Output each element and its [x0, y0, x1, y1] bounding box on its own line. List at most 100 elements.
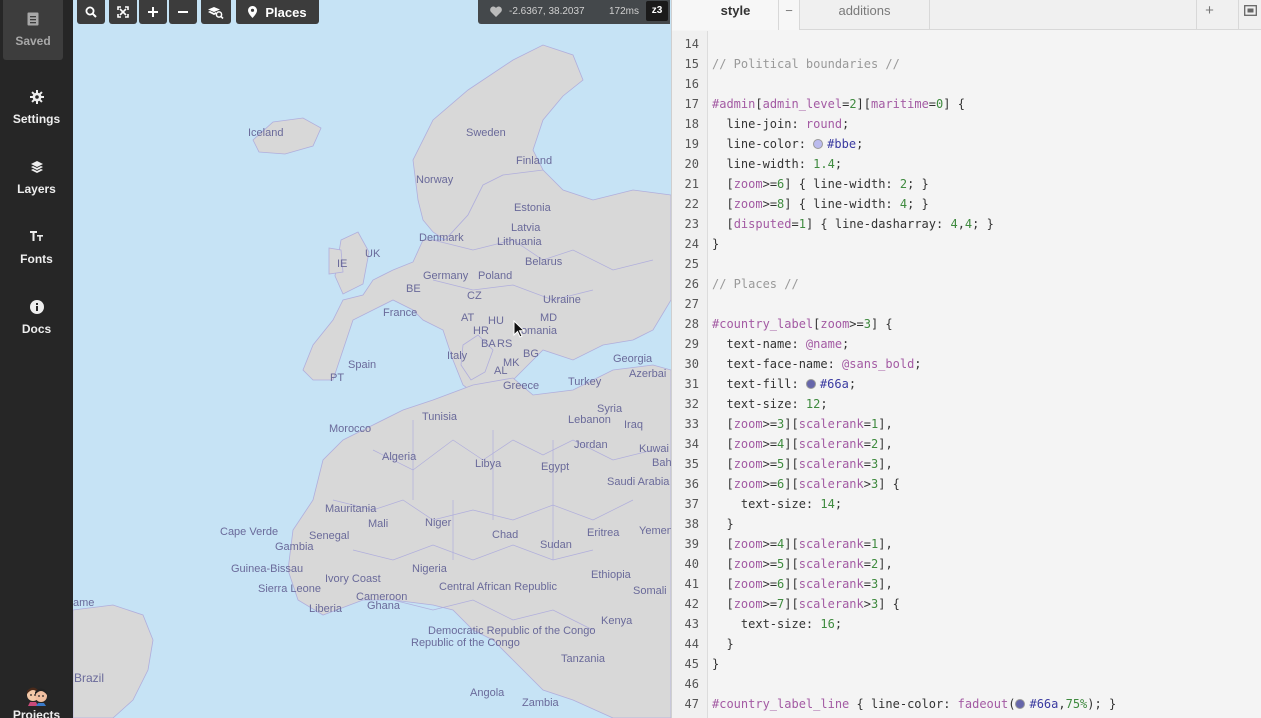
code-line[interactable]: 26 // Places //	[672, 274, 1261, 294]
map-label: Germany	[423, 270, 469, 282]
map-label: Cape Verde	[220, 526, 279, 538]
add-tab-button[interactable]: +	[1196, 0, 1222, 30]
code-token: >=	[762, 477, 778, 491]
sidebar-item-fonts[interactable]: Fonts	[0, 220, 73, 282]
code-line[interactable]: 27	[672, 294, 1261, 314]
code-line[interactable]: 34 [zoom>=4][scalerank=2],	[672, 434, 1261, 454]
sidebar-item-layers[interactable]: Layers	[0, 150, 73, 212]
line-number: 38	[684, 517, 699, 531]
code-line[interactable]: 22 [zoom>=8] { line-width: 4; }	[672, 194, 1261, 214]
map-view[interactable]: Iceland Sweden Finland Norway Estonia Latvia D…	[73, 0, 671, 718]
map-label: Zambia	[522, 697, 559, 709]
code-line[interactable]: 21 [zoom>=6] { line-width: 2; }	[672, 174, 1261, 194]
code-token: ;	[834, 497, 843, 511]
code-token: ;	[848, 377, 857, 391]
code-token: text-size:	[712, 617, 821, 631]
code-text: text-name: @name;	[712, 334, 849, 354]
code-line[interactable]: 31 text-fill: #66a;	[672, 374, 1261, 394]
code-line[interactable]: 47 #country_label_line { line-color: fade…	[672, 694, 1261, 714]
code-line[interactable]: 41 [zoom>=6][scalerank=3],	[672, 574, 1261, 594]
sidebar-item-projects[interactable]: Projects	[0, 684, 73, 718]
code-token: zoom	[733, 197, 763, 211]
color-swatch[interactable]	[1015, 699, 1026, 709]
code-line[interactable]: 38 }	[672, 514, 1261, 534]
sidebar-item-settings[interactable]: Settings	[0, 80, 73, 142]
inspect-button[interactable]	[201, 0, 231, 24]
code-line[interactable]: 25	[672, 254, 1261, 274]
code-text: text-size: 16;	[712, 614, 842, 634]
code-line[interactable]: 36 [zoom>=6][scalerank>3] {	[672, 474, 1261, 494]
code-line[interactable]: 29 text-name: @name;	[672, 334, 1261, 354]
code-line[interactable]: 44 }	[672, 634, 1261, 654]
code-text: }	[712, 514, 733, 534]
code-token: =	[928, 97, 937, 111]
tab-additions[interactable]: additions	[800, 0, 930, 30]
code-line[interactable]: 17 #admin[admin_level=2][maritime=0] {	[672, 94, 1261, 114]
code-line[interactable]: 20 line-width: 1.4;	[672, 154, 1261, 174]
code-token: scalerank	[798, 537, 864, 551]
code-line[interactable]: 46	[672, 674, 1261, 694]
toggle-panel-button[interactable]	[1238, 0, 1261, 30]
code-token: ;	[914, 357, 922, 371]
line-number: 28	[684, 317, 699, 331]
code-line[interactable]: 45}	[672, 654, 1261, 674]
code-token: @name	[805, 337, 843, 351]
code-token: admin_level	[762, 97, 843, 111]
code-line[interactable]: 14	[672, 34, 1261, 54]
code-token: #66a	[1029, 697, 1059, 711]
heart-icon[interactable]	[490, 6, 502, 17]
code-token: >=	[762, 597, 778, 611]
code-token: =	[863, 457, 871, 471]
map-label: Denmark	[419, 232, 464, 244]
code-line[interactable]: 28 #country_label[zoom>=3] {	[672, 314, 1261, 334]
map-label: Tanzania	[561, 653, 606, 665]
code-text: text-fill: #66a;	[712, 374, 856, 394]
code-line[interactable]: 18 line-join: round;	[672, 114, 1261, 134]
code-token: text-name:	[712, 337, 806, 351]
code-text: #country_label_line { line-color: fadeou…	[712, 694, 1116, 714]
zoom-out-button[interactable]	[169, 0, 197, 24]
code-line[interactable]: 42 [zoom>=7][scalerank>3] {	[672, 594, 1261, 614]
code-line[interactable]: 23 [disputed=1] { line-dasharray: 4,4; }	[672, 214, 1261, 234]
sidebar-item-label: Saved	[15, 34, 51, 48]
code-token: ;	[820, 397, 828, 411]
map-label: Democratic Republic of the Congo	[428, 625, 596, 637]
code-line[interactable]: 16	[672, 74, 1261, 94]
map-label: Morocco	[329, 423, 372, 435]
code-token: scalerank	[798, 437, 864, 451]
code-line[interactable]: 15 // Political boundaries //	[672, 54, 1261, 74]
code-token: @sans_bold	[842, 357, 915, 371]
code-line[interactable]: 40 [zoom>=5][scalerank=2],	[672, 554, 1261, 574]
map-label: Angola	[470, 687, 505, 699]
code-line[interactable]: 19 line-color: #bbe;	[672, 134, 1261, 154]
line-number: 45	[684, 657, 699, 671]
code-line[interactable]: 24}	[672, 234, 1261, 254]
sidebar-item-docs[interactable]: Docs	[0, 290, 73, 352]
places-button[interactable]: Places	[236, 0, 319, 24]
code-token: [	[712, 217, 734, 231]
sidebar-item-saved[interactable]: Saved	[3, 0, 63, 60]
code-editor[interactable]: 14 15// Political boundaries //16 17 #admin…	[672, 34, 1261, 714]
code-token: text-size:	[712, 397, 806, 411]
search-button[interactable]	[77, 0, 105, 24]
code-line[interactable]: 35 [zoom>=5][scalerank=3],	[672, 454, 1261, 474]
color-swatch[interactable]	[805, 379, 816, 389]
code-line[interactable]: 37 text-size: 14;	[672, 494, 1261, 514]
code-line[interactable]: 43 text-size: 16;	[672, 614, 1261, 634]
tab-style-remove-button[interactable]: −	[778, 0, 800, 30]
code-token: ] {	[870, 317, 893, 331]
code-line[interactable]: 39 [zoom>=4][scalerank=1],	[672, 534, 1261, 554]
line-number: 35	[684, 457, 699, 471]
fullscreen-button[interactable]	[109, 0, 137, 24]
code-line[interactable]: 30 text-face-name: @sans_bold;	[672, 354, 1261, 374]
map-label: Lithuania	[497, 236, 542, 248]
code-token: }	[712, 657, 720, 671]
map-label: Turkey	[568, 376, 602, 388]
zoom-in-button[interactable]	[139, 0, 167, 24]
sidebar: Saved Settings Layers Fonts Docs Project…	[0, 0, 73, 718]
code-line[interactable]: 33 [zoom>=3][scalerank=1],	[672, 414, 1261, 434]
code-token: =	[863, 437, 871, 451]
code-text: text-size: 12;	[712, 394, 828, 414]
code-line[interactable]: 32 text-size: 12;	[672, 394, 1261, 414]
color-swatch[interactable]	[813, 139, 824, 149]
